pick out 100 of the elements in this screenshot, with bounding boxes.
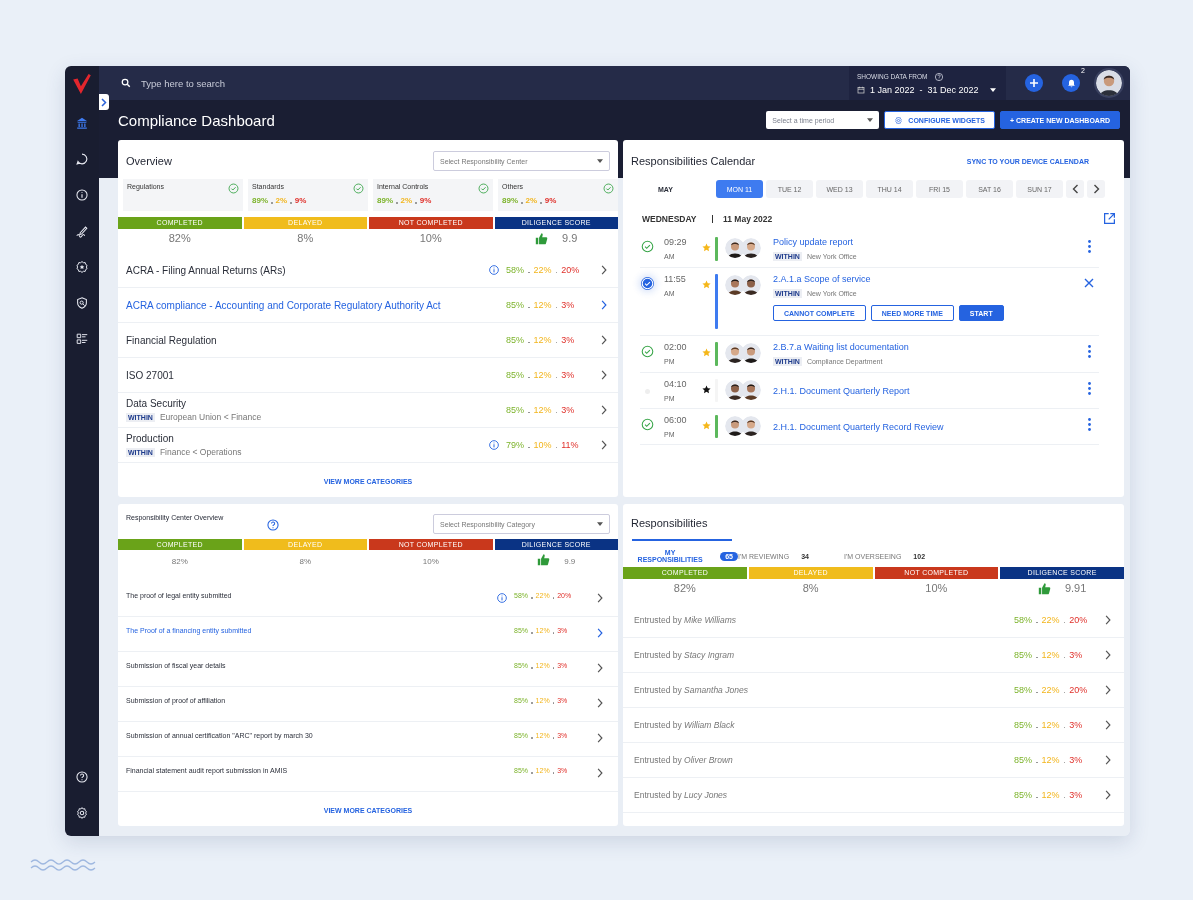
wave-decoration <box>30 858 96 872</box>
help-icon <box>266 518 281 532</box>
scope-path: Finance < Operations <box>159 447 242 457</box>
chevron-right-icon[interactable] <box>596 627 604 639</box>
not-completed-percent: 3% <box>1069 720 1083 730</box>
bank-icon <box>75 116 89 130</box>
chevron-right-icon[interactable] <box>1104 789 1112 801</box>
more-options-icon[interactable] <box>1088 418 1091 431</box>
category-title[interactable]: ACRA compliance - Accounting and Corporate Regulatory Authority Act <box>126 299 506 311</box>
category-title[interactable]: Data Security <box>126 398 506 409</box>
event-title[interactable]: 2.H.1. Document Quarterly Record Review <box>773 421 1088 432</box>
event-title[interactable]: 2.B.7.a Waiting list documentation <box>773 342 1088 352</box>
previous-button[interactable] <box>1066 180 1084 198</box>
info-icon <box>75 188 89 202</box>
chevron-right-icon[interactable] <box>600 299 608 311</box>
add-button[interactable] <box>1025 74 1043 92</box>
category-title[interactable]: ACRA - Filing Annual Returns (ARs) <box>126 264 488 276</box>
event-title[interactable]: Policy update report <box>773 237 1088 247</box>
expand-sidebar-button[interactable] <box>99 94 109 110</box>
star-icon[interactable] <box>702 280 711 289</box>
event-title[interactable]: 2.A.1.a Scope of service <box>773 274 1084 284</box>
chevron-right-icon[interactable] <box>1104 614 1112 626</box>
star-icon[interactable] <box>702 385 711 394</box>
more-options-icon[interactable] <box>1088 382 1091 395</box>
check-circle-icon <box>640 240 654 253</box>
chevron-right-icon <box>1092 184 1100 194</box>
card-title: Responsibilities <box>631 517 708 529</box>
not-completed-percent: 11% <box>561 440 579 450</box>
info-icon[interactable] <box>488 439 500 451</box>
search-field[interactable]: Type here to search <box>139 76 443 90</box>
completed-percent: 85% <box>506 300 524 310</box>
chevron-right-icon[interactable] <box>600 264 608 276</box>
calendar-icon <box>857 85 865 94</box>
chevron-right-icon[interactable] <box>1104 719 1112 731</box>
star-icon[interactable] <box>702 243 711 252</box>
event-time: 04:10 <box>664 379 688 389</box>
chevron-right-icon[interactable] <box>600 439 608 451</box>
next-button[interactable] <box>1087 180 1105 198</box>
avatar-icon <box>741 416 761 436</box>
star-icon[interactable] <box>702 348 711 357</box>
user-avatar[interactable] <box>1094 68 1124 98</box>
more-options-icon[interactable] <box>1088 345 1091 358</box>
entrusted-by-text: Entrusted by Stacy Ingram <box>634 650 736 660</box>
chevron-right-icon[interactable] <box>1104 684 1112 696</box>
close-icon[interactable] <box>1084 278 1094 288</box>
chevron-right-icon[interactable] <box>600 369 608 381</box>
check-circle-icon <box>640 277 654 290</box>
chevron-right-icon[interactable] <box>596 732 604 744</box>
chevron-right-icon[interactable] <box>1104 649 1112 661</box>
not-completed-percent: 20% <box>1069 615 1088 625</box>
entrusted-by-text: Entrusted by William Black <box>634 720 736 730</box>
category-title[interactable]: Production <box>126 433 488 444</box>
info-icon[interactable] <box>496 592 508 604</box>
caret-down-icon <box>597 159 603 163</box>
chevron-right-icon[interactable] <box>596 697 604 709</box>
category-title[interactable]: ISO 27001 <box>126 369 506 381</box>
event-time: 11:55 <box>664 274 687 284</box>
event-title[interactable]: 2.H.1. Document Quarterly Report <box>773 385 1088 396</box>
chevron-right-icon <box>101 97 107 107</box>
completed-percent: 85% <box>1014 755 1032 765</box>
not-completed-percent: 3% <box>1069 755 1083 765</box>
chevron-right-icon[interactable] <box>596 662 604 674</box>
entrusted-by-text: Entrusted by Lucy Jones <box>634 790 729 800</box>
check-circle-icon <box>640 345 654 358</box>
not-completed-percent: 3% <box>561 405 575 415</box>
star-icon[interactable] <box>702 421 711 430</box>
more-options-icon[interactable] <box>1088 240 1091 253</box>
open-external-icon[interactable] <box>1103 212 1116 225</box>
not-completed-percent: 3% <box>1069 790 1083 800</box>
completed-percent: 85% <box>1014 720 1032 730</box>
chevron-right-icon[interactable] <box>600 404 608 416</box>
chevron-right-icon[interactable] <box>596 592 604 604</box>
not-completed-percent: 20% <box>1069 685 1088 695</box>
delayed-percent: 12% <box>1041 790 1060 800</box>
date-range-value[interactable]: 1 Jan 2022 - 31 Dec 2022 <box>870 84 979 95</box>
delayed-percent: 22% <box>1041 615 1060 625</box>
not-completed-percent: 3% <box>561 300 575 310</box>
badge-icon <box>75 260 89 274</box>
entrusted-by-text: Entrusted by Mike Williams <box>634 615 737 625</box>
delayed-percent: 22% <box>533 265 552 275</box>
category-title[interactable]: Financial Regulation <box>126 334 506 346</box>
help-icon <box>933 71 944 82</box>
completed-percent: 58% <box>1014 685 1032 695</box>
completed-percent: 79% <box>506 440 524 450</box>
completed-percent: 85% <box>1014 650 1032 660</box>
caret-down-icon <box>867 118 874 122</box>
entrusted-by-text: Entrusted by Samantha Jones <box>634 685 749 695</box>
not-completed-percent: 3% <box>1069 650 1083 660</box>
completed-percent: 85% <box>506 405 524 415</box>
chevron-right-icon[interactable] <box>1104 754 1112 766</box>
chevron-right-icon[interactable] <box>600 334 608 346</box>
page-title: Compliance Dashboard <box>118 111 276 129</box>
info-icon[interactable] <box>488 264 500 276</box>
chevron-right-icon[interactable] <box>596 767 604 779</box>
check-circle-icon <box>640 418 654 431</box>
help-icon <box>75 770 89 784</box>
search-icon <box>121 78 131 88</box>
caret-down-icon <box>989 87 996 92</box>
scope-path: European Union < Finance <box>159 412 262 422</box>
logo-icon[interactable] <box>71 73 93 95</box>
